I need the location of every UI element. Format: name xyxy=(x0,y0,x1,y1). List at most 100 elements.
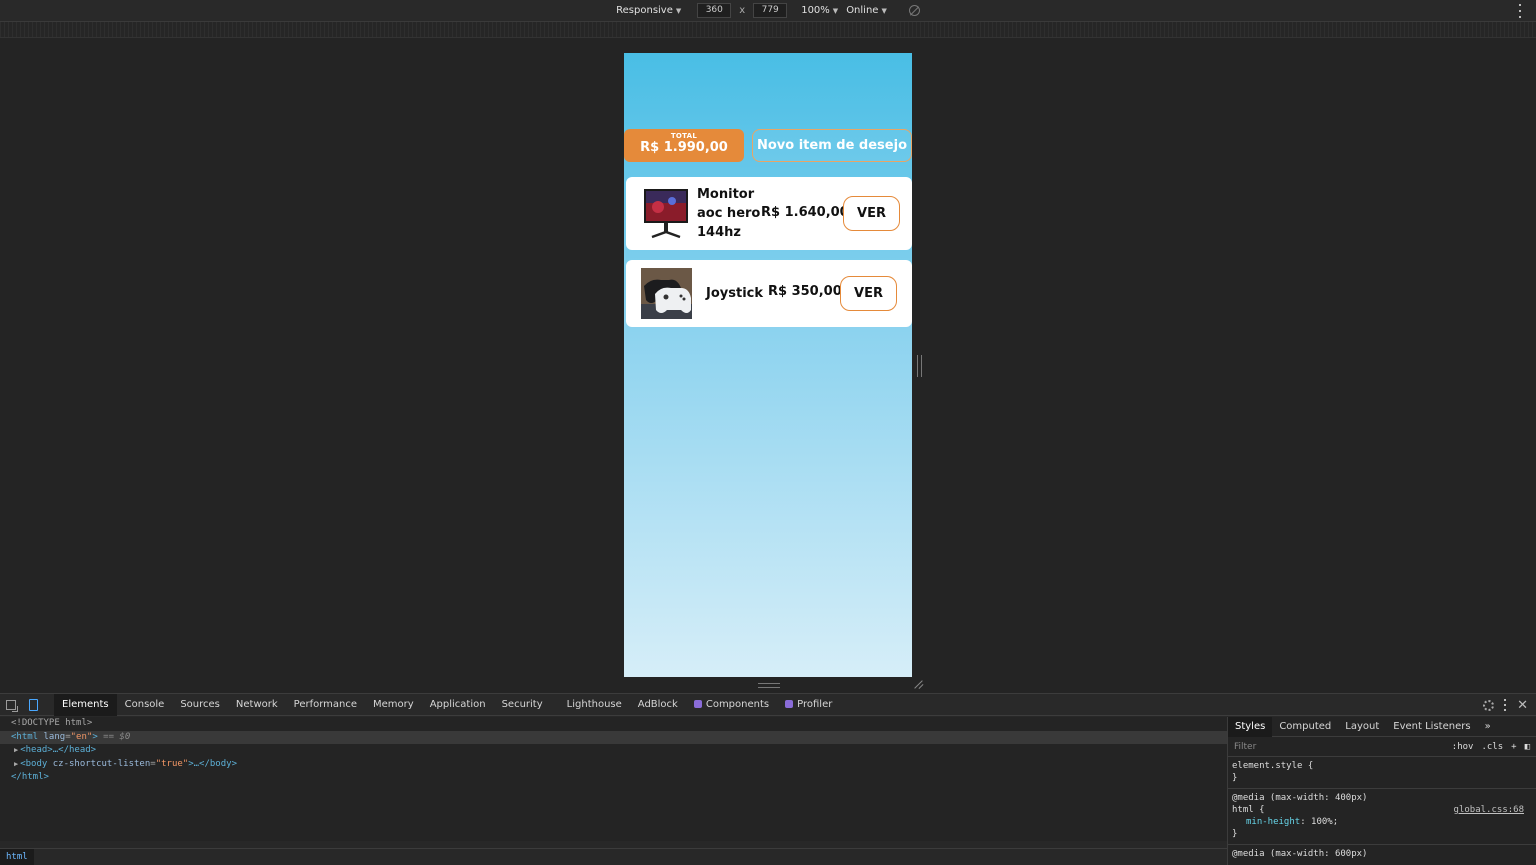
rotate-disabled-icon[interactable] xyxy=(908,5,920,16)
media-query-ruler xyxy=(0,22,1536,38)
dom-node-html[interactable]: <html lang="en"> == $0 xyxy=(0,730,1227,744)
tab-memory[interactable]: Memory xyxy=(365,694,422,716)
tab-components-label: Components xyxy=(705,698,770,710)
media-query: @media (max-width: 400px) xyxy=(1232,793,1368,803)
tag-bracket: >…</body> xyxy=(188,758,237,769)
tab-styles[interactable]: Styles xyxy=(1228,716,1273,737)
new-wish-item-button[interactable]: Novo item de desejo xyxy=(752,129,912,162)
css-property-name[interactable]: min-height xyxy=(1232,816,1300,828)
attr-value: "en" xyxy=(70,731,93,742)
expand-arrow-icon[interactable]: ▶ xyxy=(14,760,18,768)
viewport-height-input[interactable]: 779 xyxy=(753,3,788,18)
tag-name: </html> xyxy=(11,772,49,782)
tab-console[interactable]: Console xyxy=(117,694,173,716)
attr-name: cz-shortcut-listen xyxy=(52,758,151,769)
tab-sources[interactable]: Sources xyxy=(172,694,228,716)
tab-network[interactable]: Network xyxy=(228,694,286,716)
chevron-down-icon: ▼ xyxy=(675,6,682,15)
rule-close: } xyxy=(1232,829,1238,839)
media-query: @media (max-width: 600px) xyxy=(1232,849,1368,859)
css-property-value[interactable]: 100%; xyxy=(1311,817,1338,827)
item-price: R$ 1.640,00 xyxy=(761,205,849,220)
tab-adblock[interactable]: AdBlock xyxy=(630,694,686,716)
devtools-actions: ✕ xyxy=(1483,694,1528,716)
item-price: R$ 350,00 xyxy=(768,284,842,299)
device-toolbar-toggle[interactable] xyxy=(22,694,44,716)
close-icon[interactable]: ✕ xyxy=(1517,699,1528,712)
rule-selector: element.style { xyxy=(1232,761,1314,771)
dom-node-body[interactable]: ▶ <body cz-shortcut-listen="true">…</body… xyxy=(0,758,1227,772)
styles-filter-input[interactable] xyxy=(1234,741,1444,752)
dom-tree: <!DOCTYPE html> <html lang="en"> == $0 ▶… xyxy=(0,717,1227,841)
attr-name: lang xyxy=(43,731,66,742)
network-label: Online xyxy=(846,5,879,16)
device-icon xyxy=(28,698,38,711)
selected-node-marker: == $0 xyxy=(103,731,131,742)
tab-performance[interactable]: Performance xyxy=(286,694,365,716)
wish-item-card: Monitor aoc hero 144hz R$ 1.640,00 VER xyxy=(626,177,912,250)
device-viewport: TOTAL R$ 1.990,00 Novo item de desejo Mo… xyxy=(624,53,912,677)
total-box: TOTAL R$ 1.990,00 xyxy=(624,129,744,162)
tab-components[interactable]: Components xyxy=(686,694,777,716)
dimension-separator: x xyxy=(739,5,746,16)
joystick-product-image xyxy=(641,268,692,319)
tab-profiler-label: Profiler xyxy=(797,698,833,710)
device-mode-dropdown[interactable]: Responsive ▼ xyxy=(616,5,681,16)
media-rule: @media (max-width: 600px) xyxy=(1228,845,1536,864)
element-style-rule: element.style { } xyxy=(1228,757,1536,789)
device-mode-label: Responsive xyxy=(616,5,673,16)
stylesheet-source-link[interactable]: global.css:68 xyxy=(1454,804,1524,816)
totals-row: TOTAL R$ 1.990,00 Novo item de desejo xyxy=(624,129,912,162)
tab-computed[interactable]: Computed xyxy=(1272,717,1338,737)
resize-corner-icon[interactable] xyxy=(914,679,924,689)
tag-name: <head>…</head> xyxy=(20,745,97,755)
tab-layout[interactable]: Layout xyxy=(1338,717,1386,737)
dom-doctype[interactable]: <!DOCTYPE html> xyxy=(0,717,1227,731)
item-name: Monitor aoc hero 144hz xyxy=(697,187,761,240)
tag-name: <html xyxy=(11,731,39,742)
monitor-product-image xyxy=(642,187,690,241)
class-toggle[interactable]: .cls xyxy=(1481,742,1503,752)
inspect-element-button[interactable] xyxy=(0,694,22,716)
styles-filter-row: :hov .cls + ◧ xyxy=(1228,737,1536,757)
toggle-sidebar-icon[interactable]: ◧ xyxy=(1525,742,1530,752)
tab-event-listeners[interactable]: Event Listeners xyxy=(1386,717,1477,737)
view-item-button[interactable]: VER xyxy=(840,276,897,311)
view-item-button[interactable]: VER xyxy=(843,196,900,231)
devtools-panel: Elements Console Sources Network Perform… xyxy=(0,693,1536,865)
chevron-down-icon: ▼ xyxy=(881,6,887,15)
doctype-text: <!DOCTYPE html> xyxy=(11,718,93,728)
tab-lighthouse[interactable]: Lighthouse xyxy=(559,694,630,716)
gear-icon[interactable] xyxy=(1483,699,1495,711)
tag-bracket: > xyxy=(92,731,98,742)
network-throttle-dropdown[interactable]: Online ▼ xyxy=(846,5,887,16)
more-options-icon[interactable] xyxy=(1519,4,1522,18)
devtools-tab-bar: Elements Console Sources Network Perform… xyxy=(0,693,1536,716)
styles-tab-bar: Styles Computed Layout Event Listeners » xyxy=(1228,716,1536,737)
rule-close: } xyxy=(1232,773,1238,783)
tab-profiler[interactable]: Profiler xyxy=(777,694,840,716)
tab-elements[interactable]: Elements xyxy=(54,693,117,716)
expand-arrow-icon[interactable]: ▶ xyxy=(14,746,18,754)
total-label: TOTAL xyxy=(670,132,698,140)
attr-value: "true" xyxy=(155,758,189,769)
wish-item-card: Joystick R$ 350,00 VER xyxy=(626,260,912,327)
resize-handle-right[interactable] xyxy=(917,355,922,377)
add-rule-icon[interactable]: + xyxy=(1511,742,1516,752)
tab-security[interactable]: Security xyxy=(494,694,551,716)
dom-node-html-close[interactable]: </html> xyxy=(0,771,1227,785)
tab-application[interactable]: Application xyxy=(422,694,494,716)
hover-state-toggle[interactable]: :hov xyxy=(1452,742,1474,752)
viewport-width-input[interactable]: 360 xyxy=(697,3,732,18)
chevron-down-icon: ▼ xyxy=(832,6,839,15)
resize-handle-bottom[interactable] xyxy=(758,683,780,688)
zoom-label: 100% xyxy=(801,5,830,16)
inspect-icon xyxy=(6,699,18,712)
styles-pane: Styles Computed Layout Event Listeners »… xyxy=(1227,716,1536,865)
dom-node-head[interactable]: ▶ <head>…</head> xyxy=(0,744,1227,758)
zoom-dropdown[interactable]: 100% ▼ xyxy=(801,5,838,16)
media-rule: @media (max-width: 400px) html { global.… xyxy=(1228,789,1536,845)
more-options-icon[interactable] xyxy=(1504,699,1507,711)
breadcrumb-html[interactable]: html xyxy=(0,849,34,865)
more-tabs-icon[interactable]: » xyxy=(1478,717,1498,737)
